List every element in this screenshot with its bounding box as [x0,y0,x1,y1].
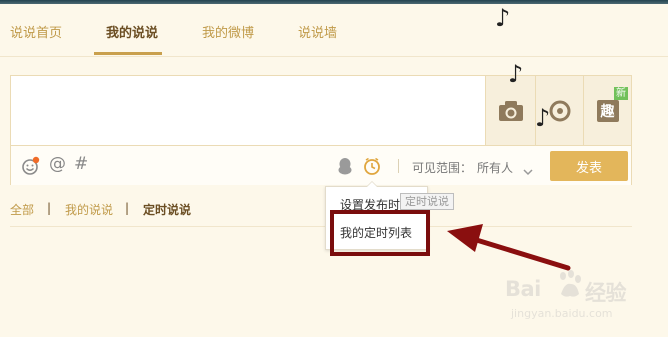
tab-bar-divider [0,56,668,57]
camera-icon [498,100,523,121]
active-tab-underline [94,52,162,55]
watermark-url: jingyan.baidu.com [511,307,613,320]
annotation-arrow-shaft [467,235,571,271]
qq-button[interactable] [336,157,354,179]
watermark-brand-right: 经验 [585,281,627,305]
filter-separator: | [47,201,52,215]
music-note-decoration: ♪ [535,104,551,132]
shuoshuo-text-input[interactable] [11,76,485,145]
visibility-dropdown-toggle[interactable] [523,161,533,180]
topic-button[interactable]: # [74,154,88,174]
tab-my-weibo[interactable]: 我的微博 [202,22,254,41]
fun-icon: 趣 [596,99,619,122]
dropdown-caret [366,181,378,187]
visibility-label: 可见范围： [412,161,473,175]
music-note-decoration: ♪ [495,4,511,32]
tab-my-shuoshuo[interactable]: 我的说说 [106,22,158,41]
timer-tooltip: 定时说说 [400,193,454,210]
baidu-paw-logo [560,270,581,297]
baidu-jingyan-watermark: Bai 经验 jingyan.baidu.com [505,270,635,330]
annotation-arrow-head [447,224,483,252]
toolbar-divider [398,159,399,173]
watermark-brand-left: Bai [505,277,541,301]
qq-penguin-icon [338,158,352,175]
filter-my-shuoshuo[interactable]: 我的说说 [65,201,113,218]
fun-button[interactable]: 趣 新 [583,76,631,145]
new-badge: 新 [614,87,628,100]
timer-button[interactable] [362,156,382,180]
mention-button[interactable]: @ [49,154,66,174]
music-icon [549,100,570,121]
publish-button[interactable]: 发表 [550,151,628,181]
timer-icon [364,157,380,175]
filter-separator: | [125,201,130,215]
chevron-down-icon [523,169,533,176]
visibility-select[interactable]: 所有人 [477,159,513,176]
composer-toolbar: @ # 可见范围： 所有人 发表 [11,145,631,185]
filter-scheduled-shuoshuo[interactable]: 定时说说 [143,201,191,218]
filter-all[interactable]: 全部 [10,201,34,218]
emoji-icon [22,156,40,175]
music-note-decoration: ♪ [508,60,524,88]
tab-shuoshuo-home[interactable]: 说说首页 [10,22,62,41]
filter-divider [10,226,632,227]
emoji-button[interactable] [21,156,41,180]
annotation-highlight-box [330,210,430,256]
tab-shuoshuo-wall[interactable]: 说说墙 [298,22,337,41]
tab-bar: 说说首页 我的说说 我的微博 说说墙 [0,4,668,57]
